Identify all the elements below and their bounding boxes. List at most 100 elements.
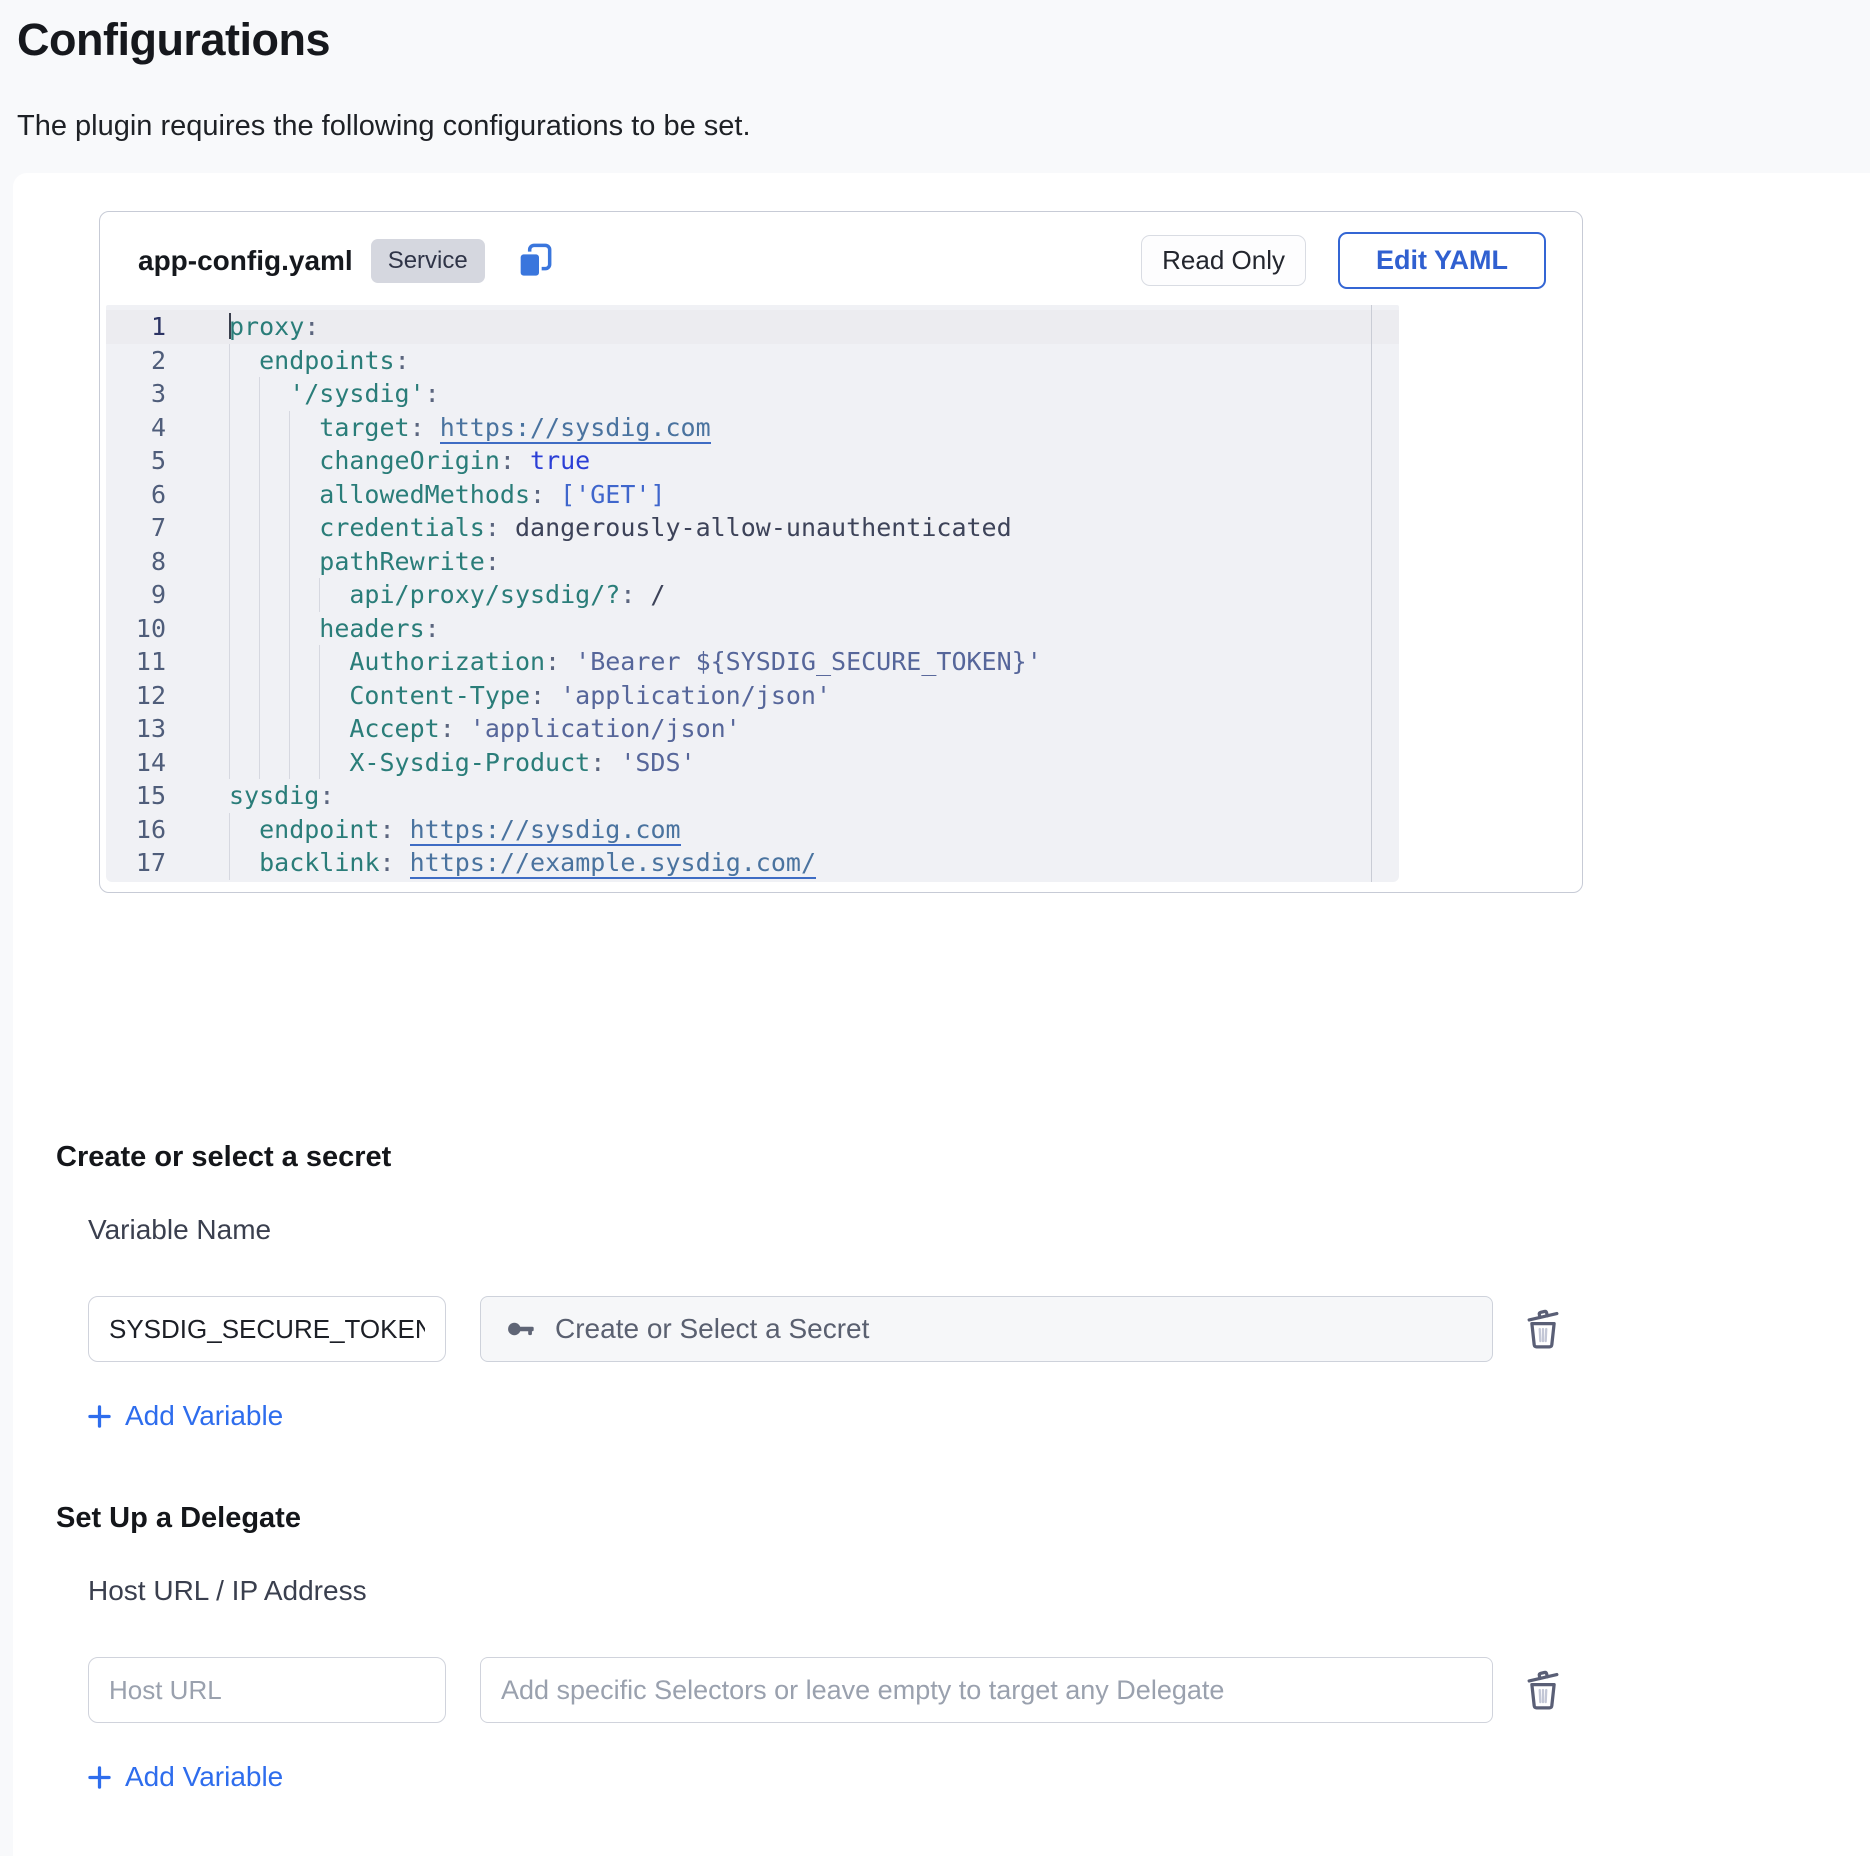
indent-guide [319, 712, 349, 746]
delegate-section-heading: Set Up a Delegate [56, 1502, 1870, 1535]
line-number: 10 [106, 612, 166, 646]
code-token: : [485, 547, 500, 576]
code-token: credentials [319, 513, 485, 542]
delete-delegate-row-button[interactable] [1519, 1666, 1567, 1714]
line-number: 13 [106, 712, 166, 746]
line-number: 5 [106, 444, 166, 478]
code-token: 'Bearer ${SYSDIG_SECURE_TOKEN}' [575, 647, 1042, 676]
indent-guide [259, 578, 289, 612]
code-link[interactable]: https://sysdig.com [440, 413, 711, 444]
code-token: pathRewrite [319, 547, 485, 576]
line-number: 3 [106, 377, 166, 411]
line-number: 12 [106, 679, 166, 713]
line-number: 1 [106, 310, 166, 344]
add-variable-button-secret[interactable]: Add Variable [86, 1400, 283, 1432]
trash-icon [1520, 1667, 1566, 1713]
code-token: / [650, 580, 665, 609]
code-line: 2endpoints: [106, 344, 1399, 378]
indent-guide [289, 612, 319, 646]
indent-guide [259, 746, 289, 780]
indent-guide [259, 612, 289, 646]
delegate-field-row [88, 1657, 1870, 1723]
code-link[interactable]: https://sysdig.com [410, 815, 681, 846]
plus-icon [86, 1764, 113, 1791]
indent-guide [289, 578, 319, 612]
delete-secret-row-button[interactable] [1519, 1305, 1567, 1353]
edit-yaml-button[interactable]: Edit YAML [1338, 232, 1546, 289]
code-token: : [590, 748, 620, 777]
code-token: true [530, 446, 590, 475]
code-line: 15sysdig: [106, 779, 1399, 813]
yaml-editor-panel: app-config.yaml Service Read Only Edit Y… [99, 211, 1583, 893]
yaml-code-editor[interactable]: 1proxy:2endpoints:3'/sysdig':4target: ht… [106, 305, 1399, 882]
service-badge: Service [371, 239, 485, 283]
code-token: 'application/json' [560, 681, 831, 710]
code-token: : [319, 781, 334, 810]
code-line: 7credentials: dangerously-allow-unauthen… [106, 511, 1399, 545]
indent-guide [289, 712, 319, 746]
secret-select-placeholder: Create or Select a Secret [555, 1313, 869, 1345]
indent-guide [289, 444, 319, 478]
indent-guide [229, 612, 259, 646]
code-line: 5changeOrigin: true [106, 444, 1399, 478]
copy-button[interactable] [513, 239, 557, 283]
code-line: 3'/sysdig': [106, 377, 1399, 411]
indent-guide [259, 511, 289, 545]
variable-name-input[interactable] [88, 1296, 446, 1362]
indent-guide [289, 645, 319, 679]
line-number: 14 [106, 746, 166, 780]
indent-guide [319, 645, 349, 679]
indent-guide [289, 511, 319, 545]
line-number: 11 [106, 645, 166, 679]
indent-guide [289, 478, 319, 512]
line-number: 17 [106, 846, 166, 880]
indent-guide [229, 344, 259, 378]
host-url-input[interactable] [88, 1657, 446, 1723]
indent-guide [289, 679, 319, 713]
content-card: app-config.yaml Service Read Only Edit Y… [13, 173, 1870, 1856]
page-header: Configurations The plugin requires the f… [0, 0, 1870, 143]
secret-field-row: Create or Select a Secret [88, 1296, 1870, 1362]
code-token: Authorization [349, 647, 545, 676]
key-icon [505, 1313, 537, 1345]
code-token: '/sysdig' [289, 379, 424, 408]
code-token: 'SDS' [620, 748, 695, 777]
add-variable-label: Add Variable [125, 1400, 283, 1432]
code-token: endpoint [259, 815, 379, 844]
code-token: 'application/json' [470, 714, 741, 743]
indent-guide [229, 645, 259, 679]
indent-guide [319, 578, 349, 612]
code-token: : [304, 312, 319, 341]
indent-guide [259, 444, 289, 478]
code-token: ['GET'] [560, 480, 665, 509]
indent-guide [289, 746, 319, 780]
secret-section-heading: Create or select a secret [56, 1141, 1870, 1174]
page-title: Configurations [17, 14, 1852, 66]
code-token: headers [319, 614, 424, 643]
indent-guide [229, 813, 259, 847]
code-token: backlink [259, 848, 379, 877]
code-link[interactable]: https://example.sysdig.com/ [410, 848, 816, 879]
code-line: 11 Authorization: 'Bearer ${SYSDIG_SECURE… [106, 645, 1399, 679]
copy-icon [515, 241, 555, 281]
line-number: 6 [106, 478, 166, 512]
indent-guide [259, 712, 289, 746]
code-token: target [319, 413, 409, 442]
delegate-selectors-input[interactable] [480, 1657, 1493, 1723]
read-only-badge: Read Only [1141, 235, 1306, 286]
code-token: : [545, 647, 575, 676]
indent-guide [229, 411, 259, 445]
line-number: 7 [106, 511, 166, 545]
code-token: : [500, 446, 530, 475]
indent-guide [229, 511, 259, 545]
code-token: dangerously-allow-unauthenticated [515, 513, 1012, 542]
indent-guide [229, 545, 259, 579]
add-variable-button-delegate[interactable]: Add Variable [86, 1761, 283, 1793]
secret-select[interactable]: Create or Select a Secret [480, 1296, 1493, 1362]
add-variable-label: Add Variable [125, 1761, 283, 1793]
indent-guide [259, 645, 289, 679]
code-line: 14X-Sysdig-Product: 'SDS' [106, 746, 1399, 780]
line-number: 4 [106, 411, 166, 445]
code-token: : [620, 580, 650, 609]
page-subtitle: The plugin requires the following config… [17, 110, 1852, 143]
